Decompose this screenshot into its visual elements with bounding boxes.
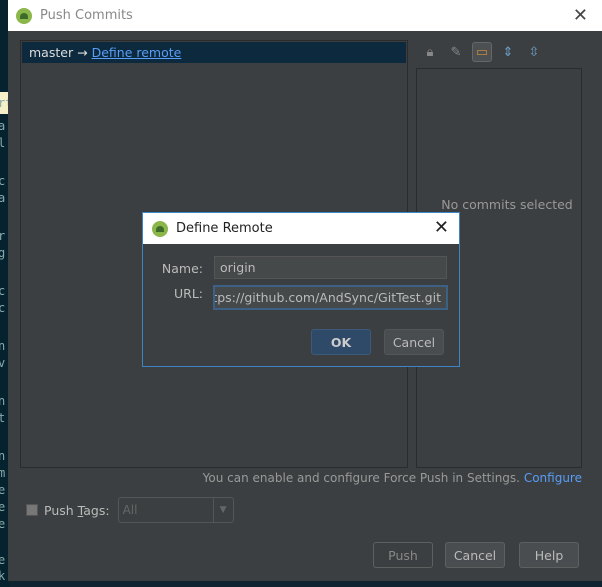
branch-name: master bbox=[29, 45, 74, 60]
details-toolbar: 🔒︎ ✎ ▭ ⇕ ⇳ bbox=[420, 42, 544, 62]
push-tags-value: All bbox=[122, 503, 138, 517]
editor-char: e bbox=[0, 483, 6, 497]
dialog-close-button[interactable]: ✕ bbox=[434, 217, 449, 238]
folder-icon[interactable]: ▭ bbox=[472, 42, 492, 62]
push-button[interactable]: Push bbox=[373, 542, 433, 568]
editor-char: g bbox=[0, 246, 6, 260]
title-bar: Push Commits ✕ bbox=[8, 0, 602, 31]
push-tags-row: Push Tags: All ▼ bbox=[26, 497, 234, 523]
editor-char: e bbox=[0, 500, 6, 514]
editor-char: k bbox=[0, 569, 6, 583]
android-studio-icon bbox=[16, 7, 32, 24]
dialog-title: Define Remote bbox=[176, 221, 273, 236]
collapse-all-icon[interactable]: ⇳ bbox=[524, 42, 544, 62]
name-input[interactable]: origin bbox=[214, 256, 447, 279]
editor-char: l bbox=[0, 136, 6, 150]
editor-char: c bbox=[0, 174, 6, 188]
name-label: Name: bbox=[161, 261, 203, 276]
define-remote-title-bar: Define Remote ✕ bbox=[143, 213, 459, 244]
dialog-cancel-button[interactable]: Cancel bbox=[384, 329, 444, 355]
editor-char: e bbox=[0, 517, 6, 531]
help-button[interactable]: Help bbox=[519, 542, 579, 568]
push-tags-label: Push Tags: bbox=[44, 502, 110, 518]
editor-char: c bbox=[0, 301, 6, 315]
branch-row[interactable]: master → Define remote bbox=[22, 42, 406, 63]
push-tags-select[interactable]: All ▼ bbox=[117, 497, 234, 523]
lock-icon[interactable]: 🔒︎ bbox=[420, 42, 440, 62]
force-push-hint: You can enable and configure Force Push … bbox=[203, 471, 582, 485]
editor-char: c bbox=[0, 284, 6, 298]
editor-char: t bbox=[0, 411, 6, 425]
chevron-down-icon: ▼ bbox=[212, 498, 233, 522]
editor-char: m bbox=[0, 466, 6, 480]
no-commits-message: No commits selected bbox=[441, 197, 573, 212]
close-button[interactable]: ✕ bbox=[573, 5, 588, 26]
editor-char: e bbox=[0, 553, 6, 567]
editor-char: n bbox=[0, 449, 6, 463]
android-studio-icon bbox=[152, 220, 168, 237]
editor-char: n bbox=[0, 394, 6, 408]
editor-char: a bbox=[0, 119, 6, 133]
push-tags-checkbox[interactable] bbox=[26, 504, 38, 516]
cancel-button[interactable]: Cancel bbox=[445, 542, 505, 568]
define-remote-link[interactable]: Define remote bbox=[92, 45, 182, 60]
url-label: URL: bbox=[173, 286, 203, 301]
define-remote-dialog: Define Remote ✕ Name: origin URL: https:… bbox=[142, 212, 460, 367]
ok-button[interactable]: OK bbox=[311, 329, 371, 355]
editor-char: n bbox=[0, 339, 6, 353]
expand-all-icon[interactable]: ⇕ bbox=[498, 42, 518, 62]
arrow-icon: → bbox=[77, 45, 88, 60]
window-title: Push Commits bbox=[40, 8, 133, 23]
edit-icon[interactable]: ✎ bbox=[446, 42, 466, 62]
editor-char: a bbox=[0, 191, 6, 205]
editor-char: v bbox=[0, 356, 6, 370]
url-input[interactable]: https://github.com/AndSync/GitTest.git bbox=[214, 286, 447, 309]
hint-text: You can enable and configure Force Push … bbox=[202, 471, 520, 485]
editor-char: r bbox=[0, 229, 6, 243]
configure-link[interactable]: Configure bbox=[524, 471, 582, 485]
